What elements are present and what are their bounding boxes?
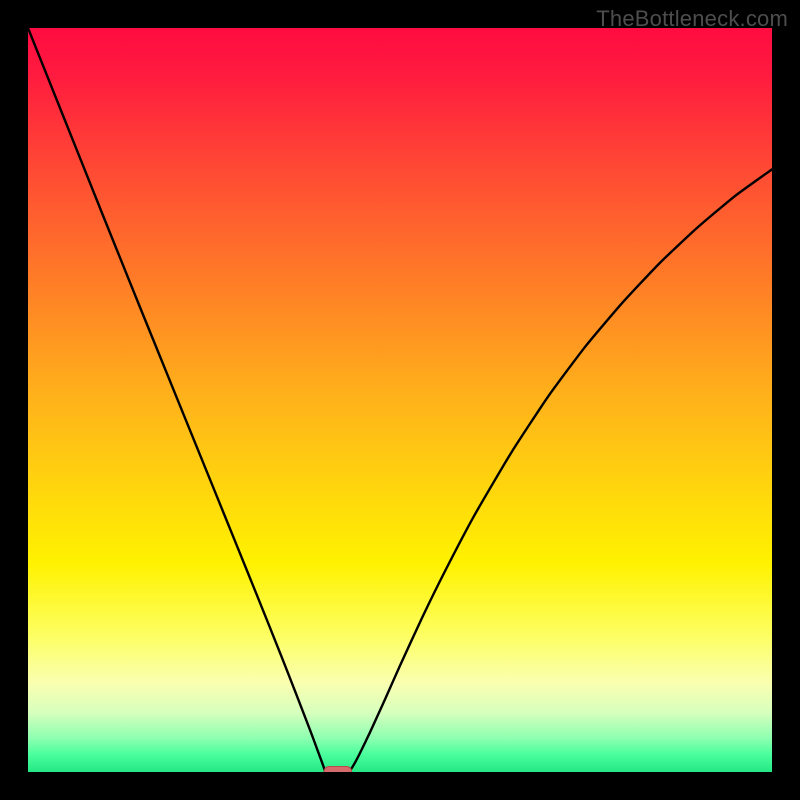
plot-area (28, 28, 772, 772)
chart-frame: TheBottleneck.com (0, 0, 800, 800)
gradient-background (28, 28, 772, 772)
optimal-range-marker (324, 767, 352, 773)
chart-svg (28, 28, 772, 772)
